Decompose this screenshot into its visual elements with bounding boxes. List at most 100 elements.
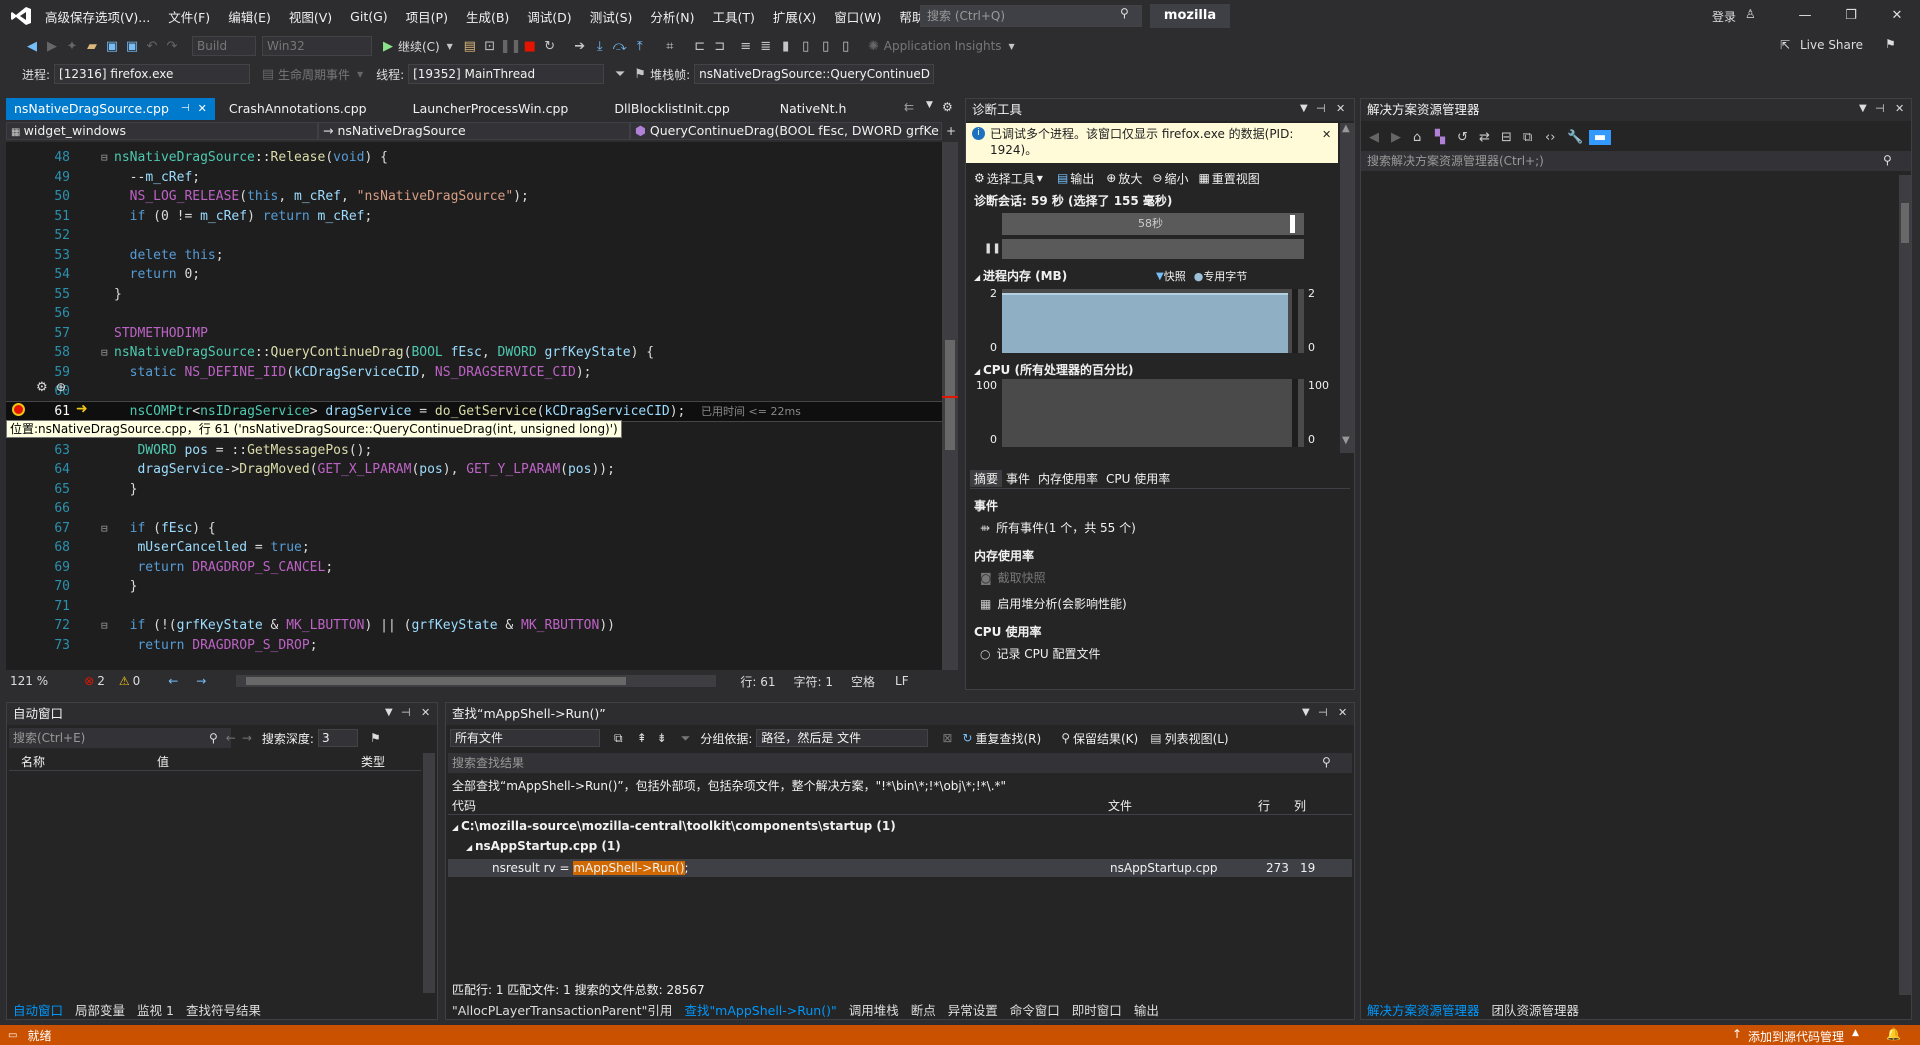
close-icon[interactable]: ✕ — [421, 706, 430, 719]
dropdown-icon[interactable]: ▼ — [350, 70, 370, 79]
hot-reload-icon[interactable]: ⊡ — [480, 39, 500, 54]
forward-icon[interactable]: ▶ — [1391, 130, 1413, 145]
solution-search-input[interactable]: 搜索解决方案资源管理器(Ctrl+;) — [1361, 151, 1911, 171]
breakpoint-current-icon[interactable] — [12, 403, 25, 416]
app-insights-button[interactable]: Application Insights — [884, 39, 1002, 53]
menu-item[interactable]: 调试(D) — [518, 7, 580, 26]
pin-icon[interactable]: ⊣ — [1316, 102, 1326, 115]
panel-menu-icon[interactable]: ▼ — [1302, 707, 1310, 718]
result-row[interactable]: nsresult rv = mAppShell->Run(); nsAppSta… — [448, 859, 1352, 877]
feedback-icon[interactable]: ⚑ — [1885, 37, 1896, 51]
panel-menu-icon[interactable]: ▼ — [385, 707, 393, 718]
tab-breakpoints[interactable]: 断点 — [905, 1000, 942, 1019]
undo-icon[interactable]: ↶ — [142, 39, 162, 54]
search-back-icon[interactable]: ← — [226, 731, 236, 745]
take-snapshot-button[interactable]: 截取快照 — [998, 569, 1046, 586]
scroll-thumb[interactable] — [1901, 203, 1909, 243]
nav-forward-icon[interactable]: → — [196, 674, 206, 688]
split-icon[interactable]: + — [946, 124, 956, 138]
cpu-graph[interactable] — [1002, 379, 1304, 447]
config-combo[interactable]: Build — [192, 36, 256, 56]
group-combo[interactable]: 路径，然后是 文件 — [756, 729, 929, 747]
tab-autos[interactable]: 自动窗口 — [7, 1000, 69, 1019]
keep-results-icon[interactable]: ⚲ — [1061, 731, 1070, 745]
open-icon[interactable]: ▰ — [82, 39, 102, 54]
heap-profiling-row[interactable]: ▦ 启用堆分析(会影响性能) — [980, 595, 1127, 612]
result-dir-node[interactable]: ◢ C:\mozilla-source\mozilla-central\tool… — [452, 819, 896, 833]
col-type[interactable]: 类型 — [357, 753, 421, 770]
close-icon[interactable]: ✕ — [1895, 102, 1904, 115]
pause-icon[interactable]: ❚❚ — [500, 39, 522, 54]
back-icon[interactable]: ◀ — [22, 39, 42, 54]
timeline-ruler[interactable]: 58秒 — [1002, 213, 1304, 235]
save-all-icon[interactable]: ▣ — [122, 39, 142, 54]
pin-value-icon[interactable]: ⚑ — [370, 731, 381, 745]
switch-view-icon[interactable]: ▚ — [1435, 130, 1457, 145]
take-snapshot-row[interactable]: ◙ 截取快照 — [980, 569, 1046, 586]
search-icon[interactable]: ⚲ — [1322, 755, 1331, 769]
search-icon[interactable]: ⚲ — [1120, 6, 1129, 20]
pin-icon[interactable]: ⊣ — [1318, 706, 1328, 719]
tab-output[interactable]: 输出 — [1128, 1000, 1165, 1019]
tab-locals[interactable]: 局部变量 — [69, 1000, 131, 1019]
cpu-profile-button[interactable]: 记录 CPU 配置文件 — [996, 645, 1100, 662]
col-column[interactable]: 列 — [1294, 797, 1334, 814]
close-button[interactable]: ✕ — [1874, 0, 1920, 32]
menu-item[interactable]: 测试(S) — [581, 7, 642, 26]
notifications-icon[interactable]: 🔔 — [1886, 1027, 1901, 1041]
run-to-click-icon[interactable]: ⊕ — [56, 380, 66, 394]
live-share-button[interactable]: Live Share — [1800, 38, 1863, 52]
comment-icon[interactable]: ⊐ — [710, 39, 730, 54]
zoom-in-icon[interactable]: ⊕ — [1106, 171, 1116, 185]
continue-icon[interactable]: ▶ — [378, 39, 398, 54]
list-view-icon[interactable]: ▤ — [1150, 731, 1161, 745]
refind-button[interactable]: 重复查找(R) — [975, 730, 1041, 747]
menu-item[interactable]: 编辑(E) — [219, 7, 280, 26]
platform-combo[interactable]: Win32 — [262, 36, 372, 56]
close-icon[interactable]: ✕ — [1338, 706, 1347, 719]
reset-view-button[interactable]: 重置视图 — [1212, 170, 1260, 187]
refind-icon[interactable]: ↻ — [962, 731, 972, 745]
tab-launcherprocesswin[interactable]: LauncherProcessWin.cpp — [405, 98, 577, 120]
settings-icon[interactable]: ⚙ — [942, 100, 953, 114]
save-icon[interactable]: ▣ — [102, 39, 122, 54]
stop-icon[interactable]: ■ — [520, 39, 540, 54]
error-count[interactable]: 2 — [97, 674, 105, 688]
search-icon[interactable]: ⚲ — [209, 731, 218, 745]
prev-result-icon[interactable]: ⇞ — [637, 731, 647, 745]
scope-combo[interactable]: ▦ widget_windows — [6, 122, 318, 140]
tab-exception-settings[interactable]: 异常设置 — [942, 1000, 1004, 1019]
bookmark-next-icon[interactable]: ▯ — [816, 39, 836, 54]
dropdown-icon[interactable]: ▼ — [440, 42, 460, 51]
menu-item[interactable]: 项目(P) — [397, 7, 457, 26]
flag-icon[interactable]: ⚑ — [630, 67, 650, 82]
all-events-row[interactable]: ⇻ 所有事件(1 个，共 55 个) — [980, 519, 1136, 536]
step-out-icon[interactable]: ⤒ — [630, 39, 650, 54]
menu-item[interactable]: 分析(N) — [641, 7, 703, 26]
source-control-icon[interactable]: ↑ — [1732, 1027, 1742, 1041]
nav-back-icon[interactable]: ← — [168, 674, 178, 688]
app-insights-icon[interactable]: ✺ — [864, 39, 884, 54]
clear-filter-icon[interactable]: ⏷ — [681, 731, 691, 746]
pending-changes-icon[interactable]: ↺ — [1457, 130, 1479, 145]
tab-symbol-results[interactable]: 查找符号结果 — [180, 1000, 267, 1019]
attach-icon[interactable]: ▤ — [460, 39, 480, 54]
quick-search-input[interactable]: 搜索 (Ctrl+Q) — [920, 5, 1142, 27]
scope-combo[interactable]: 所有文件 — [450, 729, 600, 747]
tab-memory[interactable]: 内存使用率 — [1034, 470, 1102, 487]
heap-profiling-button[interactable]: 启用堆分析(会影响性能) — [997, 595, 1126, 612]
keep-results-button[interactable]: 保留结果(K) — [1073, 730, 1138, 747]
select-tool-button[interactable]: 选择工具 — [987, 170, 1035, 187]
gear-icon[interactable]: ⚙ — [974, 171, 985, 185]
col-code[interactable]: 代码 — [448, 797, 1108, 814]
output-icon[interactable]: ▤ — [1057, 171, 1068, 185]
filter-icon[interactable]: ⏷ — [610, 67, 630, 82]
scroll-thumb[interactable] — [246, 677, 627, 685]
tab-nsnativedragsource[interactable]: nsNativeDragSource.cpp ⊣ ✕ — [6, 98, 215, 120]
zoom-level[interactable]: 121 % — [10, 674, 48, 688]
diag-scrollbar[interactable]: ▲ ▼ — [1340, 123, 1354, 453]
code-editor[interactable]: 48 ⊟ nsNativeDragSource::Release(void) { 4… — [6, 142, 942, 670]
scroll-tabs-icon[interactable]: ⇇ — [904, 100, 914, 114]
tab-list-icon[interactable]: ▼ — [926, 100, 933, 110]
lifecycle-button[interactable]: 生命周期事件 — [278, 66, 350, 83]
